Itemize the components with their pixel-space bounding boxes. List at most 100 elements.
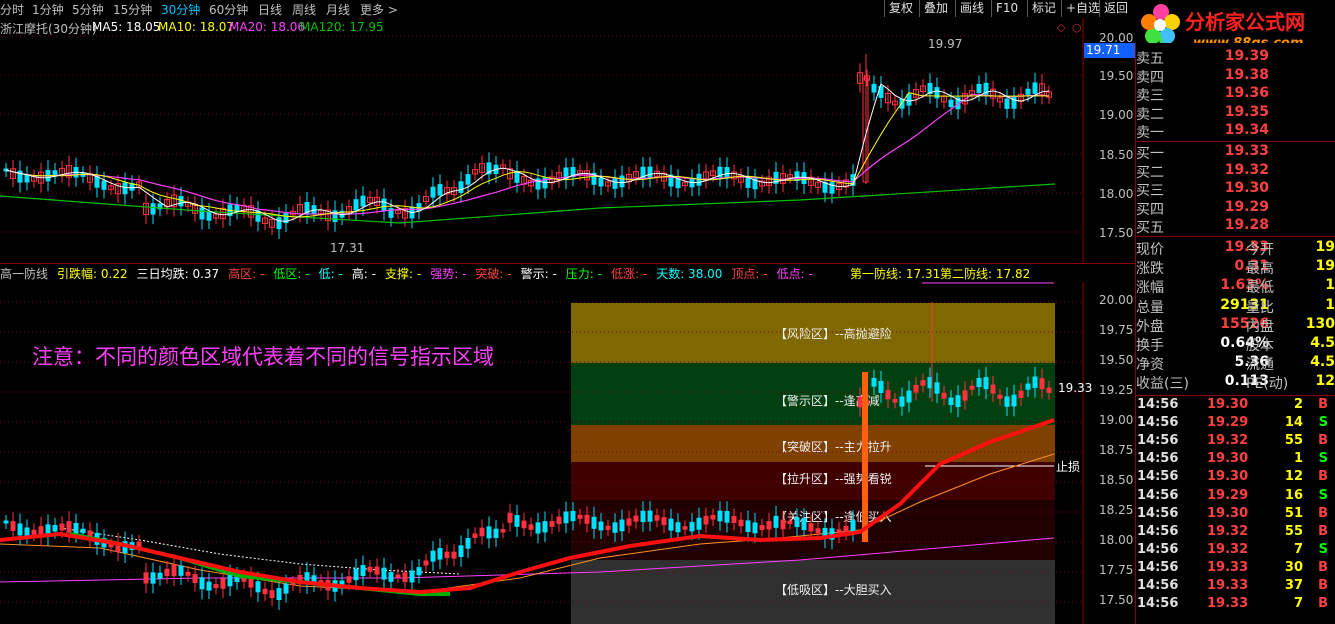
ind-y-tick: 17.75: [1099, 563, 1134, 577]
candle-body: [598, 177, 604, 187]
ind-candle-body: [451, 551, 457, 559]
tick-price: 19.30: [1207, 451, 1249, 467]
bid-row[interactable]: 买一 19.33: [1135, 143, 1335, 162]
tick-row: 14:56 19.30 12 B: [1135, 469, 1335, 487]
stat-label: 外盘: [1136, 318, 1164, 335]
draw-button[interactable]: 画线: [955, 0, 988, 17]
bid-row[interactable]: 买五 19.28: [1135, 217, 1335, 236]
tick-volume: 37: [1284, 578, 1303, 593]
tick-side: B: [1318, 523, 1328, 539]
tick-volume: 55: [1284, 523, 1303, 539]
overlay-button[interactable]: 叠加: [919, 0, 952, 17]
ind-candle-body: [535, 522, 541, 534]
tick-time: 14:56: [1137, 559, 1179, 575]
tick-row: 14:56 19.29 14 S: [1135, 415, 1335, 433]
bid-price: 19.30: [1224, 180, 1269, 196]
ind-candle-body: [528, 524, 534, 530]
candle-body: [381, 198, 387, 211]
ind-candle-body: [367, 566, 373, 572]
period-tab-day[interactable]: 日线: [258, 1, 282, 18]
tick-row: 14:56 19.32 55 B: [1135, 524, 1335, 542]
candle-body: [829, 182, 835, 194]
ind-candle-body: [801, 518, 807, 531]
ind-candle-body: [717, 510, 723, 522]
tick-side: B: [1318, 505, 1328, 521]
candle-body: [612, 178, 618, 189]
ind-candle-body: [675, 522, 681, 533]
period-tab-more[interactable]: 更多 >: [360, 1, 398, 18]
f10-button[interactable]: F10: [991, 0, 1022, 17]
bid-book: 买一 19.33 买二 19.32 买三 19.30 买四 19.29 买五 19.28: [1135, 143, 1335, 238]
period-tab-60min[interactable]: 60分钟: [209, 1, 248, 18]
tick-side: B: [1318, 469, 1328, 485]
indicator-legend-item: 支撑: -: [384, 267, 422, 281]
tick-volume: 51: [1284, 505, 1303, 521]
indicator-legend-item: 高区: -: [228, 267, 265, 281]
ind-y-tick: 20.00: [1099, 293, 1134, 307]
ind-candle-body: [444, 551, 450, 559]
ask-row[interactable]: 卖四 19.38: [1135, 67, 1335, 86]
ind-candle-body: [710, 514, 716, 520]
ask-row[interactable]: 卖一 19.34: [1135, 122, 1335, 141]
period-tab-15min[interactable]: 15分钟: [113, 1, 152, 18]
ask-row[interactable]: 卖五 19.39: [1135, 48, 1335, 67]
bid-label: 买四: [1136, 201, 1164, 218]
stat-label: 换手: [1136, 338, 1164, 354]
ind-candle-body: [983, 377, 989, 390]
ind-y-tick: 18.00: [1099, 533, 1134, 547]
candle-body: [199, 207, 205, 220]
ind-y-tick: 18.75: [1099, 443, 1134, 457]
stat-label-2: 流通: [1246, 357, 1274, 374]
period-tab-week[interactable]: 周线: [292, 1, 316, 18]
mark-button[interactable]: 标记: [1027, 0, 1060, 17]
bid-label: 买五: [1136, 220, 1164, 236]
ind-candle-body: [416, 567, 422, 576]
period-tab-1min[interactable]: 1分钟: [32, 1, 64, 18]
ind-candle-body: [612, 522, 618, 533]
tick-price: 19.29: [1207, 487, 1249, 503]
ind-candle-body: [570, 510, 576, 522]
tick-volume: 55: [1284, 433, 1303, 449]
ind-candle-body: [906, 390, 912, 403]
high-price-label: 19.97: [928, 37, 963, 51]
ind-candle-body: [31, 529, 37, 535]
main-y-tick: 19.50: [1099, 69, 1134, 83]
panel-divider: [0, 263, 1135, 264]
tick-price: 19.32: [1207, 433, 1249, 449]
ind-candle-body: [556, 516, 562, 525]
tick-time: 14:56: [1137, 433, 1179, 449]
bid-label: 买二: [1136, 164, 1164, 181]
period-tab-timeshare[interactable]: 分时: [0, 1, 24, 18]
period-tab-month[interactable]: 月线: [326, 1, 350, 18]
stat-label: 涨幅: [1136, 280, 1164, 297]
bid-row[interactable]: 买二 19.32: [1135, 162, 1335, 181]
adjust-button[interactable]: 复权: [884, 0, 917, 17]
ind-candle-body: [507, 512, 513, 523]
stat-label-2: 今开: [1246, 242, 1274, 258]
ind-candle-body: [185, 571, 191, 576]
low-price-label: 17.31: [330, 241, 365, 255]
ask-row[interactable]: 卖三 19.36: [1135, 85, 1335, 104]
tick-price: 19.32: [1207, 541, 1249, 557]
back-button[interactable]: 返回: [1099, 0, 1132, 17]
period-tab-30min[interactable]: 30分钟: [161, 1, 200, 18]
period-tab-5min[interactable]: 5分钟: [72, 1, 104, 18]
defense-line-1: 第一防线: 17.31: [850, 267, 941, 281]
ind-y-tick: 17.50: [1099, 593, 1134, 607]
ind-candle-body: [24, 527, 30, 536]
ind-candle-body: [472, 533, 478, 538]
ind-y-tick: 19.50: [1099, 353, 1134, 367]
ind-candle-body: [913, 384, 919, 393]
indicator-gridlines: [0, 301, 1083, 603]
stat-label-2: 量比: [1246, 299, 1274, 316]
bid-row[interactable]: 买三 19.30: [1135, 180, 1335, 199]
add-favorite-button[interactable]: +自选: [1061, 0, 1104, 17]
ind-candle-body: [661, 517, 667, 526]
tick-list: 14:56 19.30 2 B 14:56 19.29 14 S 14:56 19.32 55 B 14…: [1135, 397, 1335, 624]
bid-row[interactable]: 买四 19.29: [1135, 199, 1335, 218]
ask-row[interactable]: 卖二 19.35: [1135, 104, 1335, 123]
ask-label: 卖二: [1136, 106, 1164, 123]
ind-candle-body: [745, 520, 751, 532]
indicator-chart: [0, 282, 1084, 624]
tick-row: 14:56 19.30 51 B: [1135, 506, 1335, 524]
